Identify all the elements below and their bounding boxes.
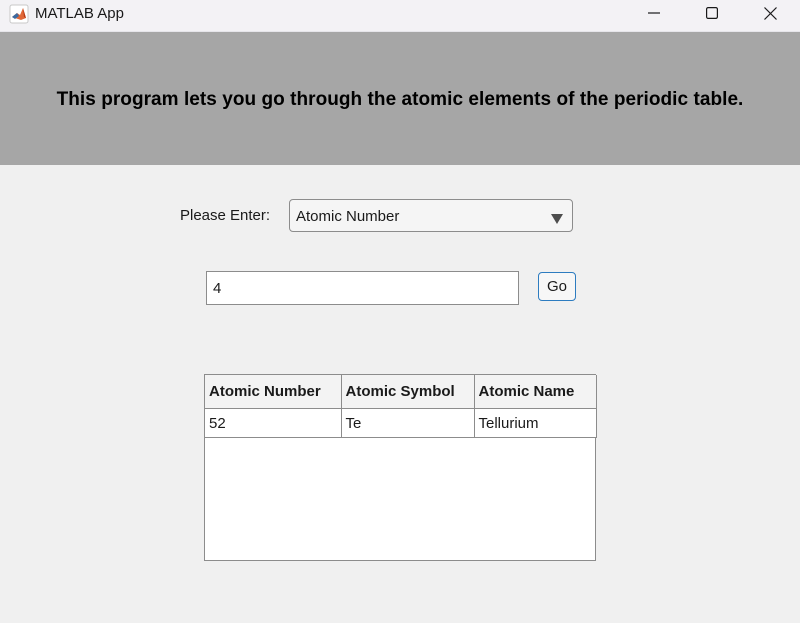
go-button[interactable]: Go [538,272,576,301]
banner-description: This program lets you go through the ato… [56,89,744,110]
minimize-icon [648,7,660,19]
window-title: MATLAB App [35,5,124,22]
search-type-dropdown[interactable]: Atomic Number [289,199,573,232]
close-button[interactable] [741,0,799,26]
please-enter-label: Please Enter: [180,207,271,224]
cell-atomic-symbol[interactable]: Te [341,408,475,438]
close-icon [763,6,777,20]
cell-atomic-name[interactable]: Tellurium [474,408,597,438]
matlab-logo-icon [9,4,29,24]
cell-atomic-number[interactable]: 52 [205,408,342,438]
value-input[interactable] [206,271,519,305]
results-table[interactable]: Atomic Number Atomic Symbol Atomic Name … [204,374,597,561]
title-bar: MATLAB App [0,0,800,32]
table-header-row: Atomic Number Atomic Symbol Atomic Name [205,375,597,409]
app-window: MATLAB App This program lets you go thro… [0,0,800,623]
column-header-atomic-symbol[interactable]: Atomic Symbol [341,375,475,409]
table-row[interactable]: 52 Te Tellurium [205,408,597,438]
dropdown-arrow-icon [551,211,563,229]
maximize-icon [706,7,718,19]
header-banner: This program lets you go through the ato… [0,32,800,165]
column-header-atomic-name[interactable]: Atomic Name [474,375,597,409]
dropdown-selected-value: Atomic Number [296,208,400,225]
minimize-button[interactable] [625,0,683,26]
column-header-atomic-number[interactable]: Atomic Number [205,375,342,409]
maximize-button[interactable] [683,0,741,26]
